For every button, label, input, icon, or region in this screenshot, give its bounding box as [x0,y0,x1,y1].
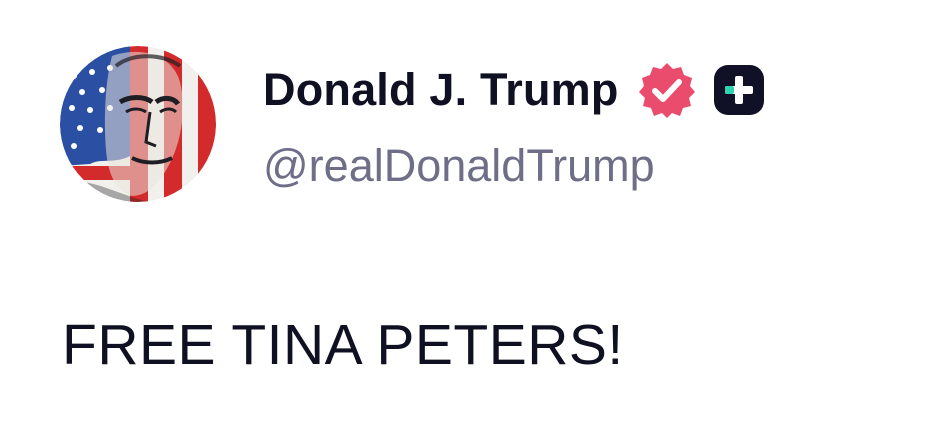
display-name[interactable]: Donald J. Trump [263,64,619,116]
author-name-row: Donald J. Trump [263,58,765,122]
verified-check-icon [637,60,697,120]
avatar-image [60,46,216,202]
post-text: FREE TINA PETERS! [62,313,624,377]
avatar[interactable] [60,46,216,202]
author-handle[interactable]: @realDonaldTrump [263,140,655,192]
plus-badge-icon[interactable] [713,64,765,116]
post-card: Donald J. Trump @realDonaldTrump FREE TI… [0,0,951,441]
